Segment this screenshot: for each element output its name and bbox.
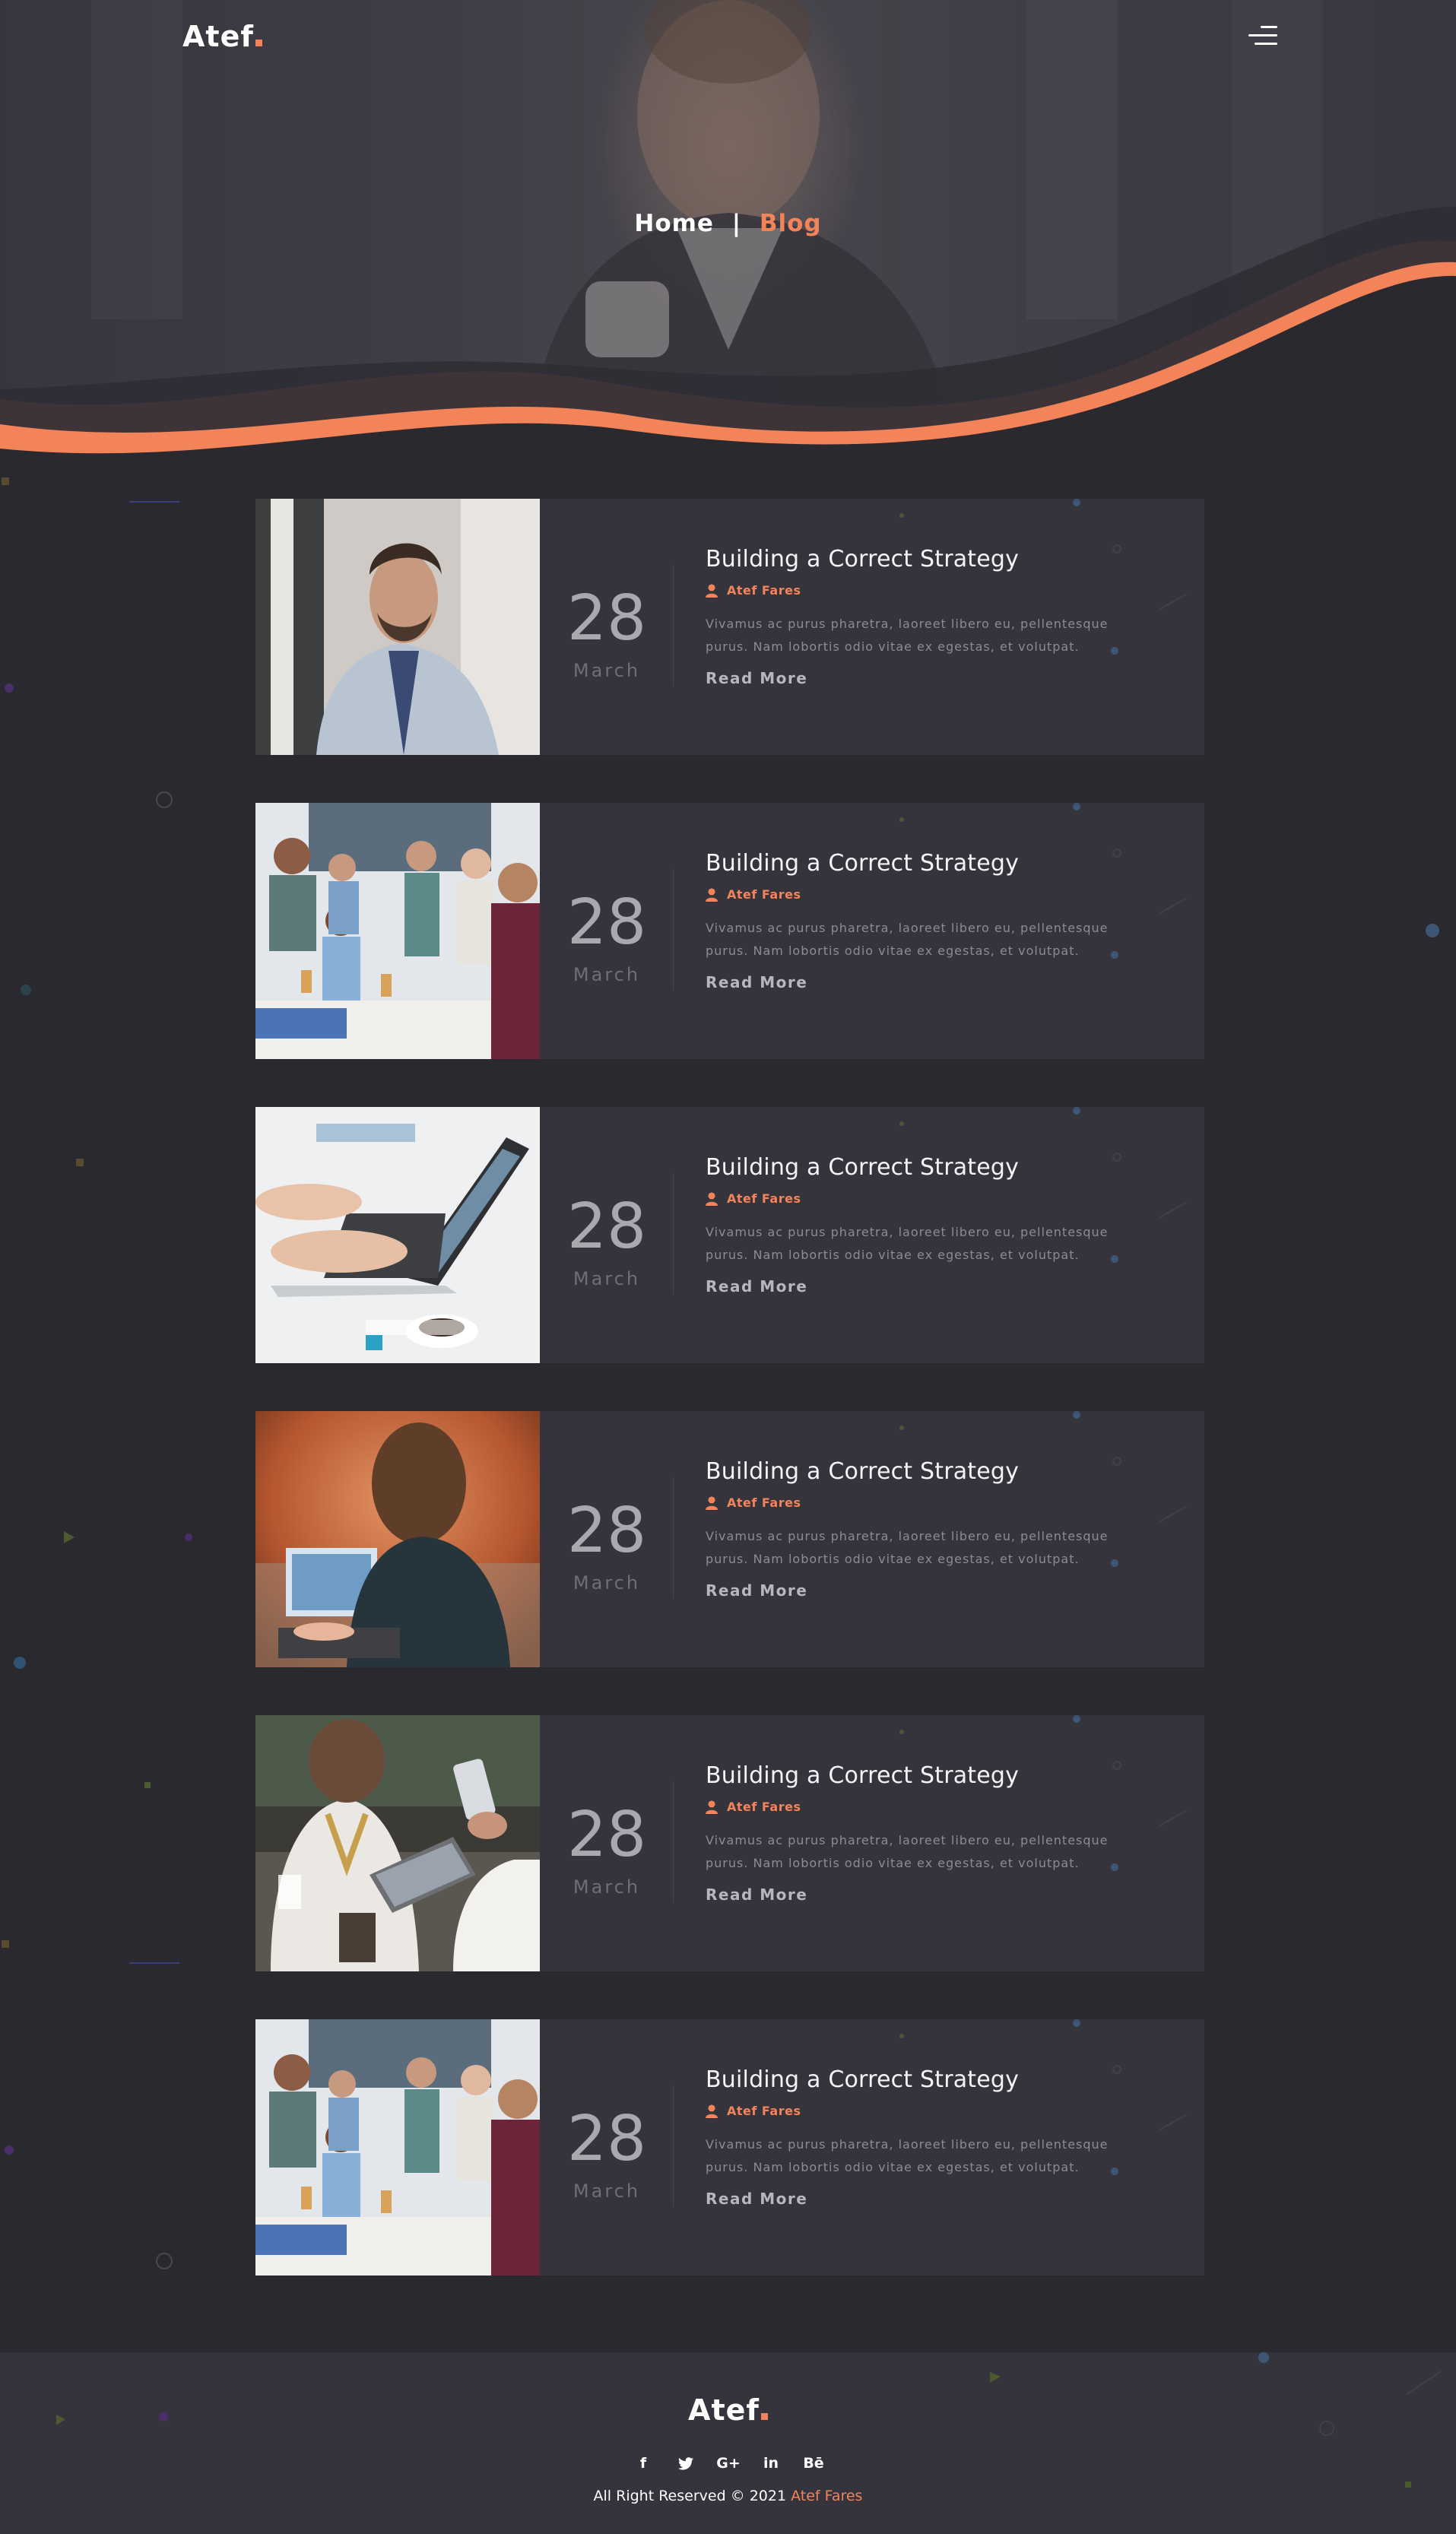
- post-image-team-meeting[interactable]: [255, 803, 540, 1059]
- post-day: 28: [566, 1799, 647, 1871]
- post-author[interactable]: Atef Fares: [706, 583, 1162, 598]
- post-title[interactable]: Building a Correct Strategy: [706, 2066, 1162, 2093]
- blog-post-card[interactable]: 28 March Building a Correct Strategy Ate…: [255, 1715, 1204, 1971]
- social-links: f G+ in Bē: [628, 2450, 829, 2477]
- post-day: 28: [566, 1191, 647, 1263]
- copyright-text: All Right Reserved © 2021 Atef Fares: [593, 2488, 863, 2504]
- post-image-team-meeting[interactable]: [255, 2019, 540, 2276]
- post-date: 28 March: [540, 2019, 674, 2276]
- post-day: 28: [566, 1495, 647, 1567]
- post-author[interactable]: Atef Fares: [706, 2104, 1162, 2118]
- post-title[interactable]: Building a Correct Strategy: [706, 1154, 1162, 1181]
- blog-post-card[interactable]: 28 March Building a Correct Strategy Ate…: [255, 2019, 1204, 2276]
- read-more-link[interactable]: Read More: [706, 2190, 1162, 2208]
- blog-post-card[interactable]: 28 March Building a Correct Strategy Ate…: [255, 499, 1204, 755]
- logo-dot: [760, 2413, 768, 2420]
- blog-post-card[interactable]: 28 March Building a Correct Strategy Ate…: [255, 1107, 1204, 1363]
- read-more-link[interactable]: Read More: [706, 1885, 1162, 1904]
- post-image-tablet-coffee[interactable]: [255, 1715, 540, 1971]
- twitter-icon[interactable]: [671, 2450, 701, 2477]
- post-title[interactable]: Building a Correct Strategy: [706, 850, 1162, 877]
- behance-icon[interactable]: Bē: [798, 2450, 829, 2477]
- post-title[interactable]: Building a Correct Strategy: [706, 1762, 1162, 1789]
- copyright-author-link[interactable]: Atef Fares: [791, 2488, 862, 2504]
- post-info: Building a Correct Strategy Atef Fares V…: [706, 2066, 1162, 2208]
- blog-post-card[interactable]: 28 March Building a Correct Strategy Ate…: [255, 803, 1204, 1059]
- post-date: 28 March: [540, 1107, 674, 1363]
- post-info: Building a Correct Strategy Atef Fares V…: [706, 1458, 1162, 1600]
- post-image-laptop-typing[interactable]: [255, 1107, 540, 1363]
- post-author[interactable]: Atef Fares: [706, 887, 1162, 902]
- user-icon: [706, 1800, 718, 1814]
- post-excerpt: Vivamus ac purus pharetra, laoreet liber…: [706, 1833, 1109, 1870]
- post-excerpt: Vivamus ac purus pharetra, laoreet liber…: [706, 1529, 1109, 1566]
- post-title[interactable]: Building a Correct Strategy: [706, 1458, 1162, 1485]
- read-more-link[interactable]: Read More: [706, 669, 1162, 687]
- post-month: March: [573, 1572, 641, 1594]
- post-image-businessman-portrait[interactable]: [255, 499, 540, 755]
- post-info: Building a Correct Strategy Atef Fares V…: [706, 850, 1162, 991]
- post-month: March: [573, 964, 641, 985]
- post-excerpt: Vivamus ac purus pharetra, laoreet liber…: [706, 2137, 1109, 2174]
- post-day: 28: [566, 582, 647, 655]
- post-author[interactable]: Atef Fares: [706, 1191, 1162, 1206]
- google-plus-icon[interactable]: G+: [713, 2450, 744, 2477]
- post-author[interactable]: Atef Fares: [706, 1800, 1162, 1814]
- read-more-link[interactable]: Read More: [706, 973, 1162, 991]
- user-icon: [706, 2104, 718, 2118]
- read-more-link[interactable]: Read More: [706, 1581, 1162, 1600]
- post-info: Building a Correct Strategy Atef Fares V…: [706, 1154, 1162, 1296]
- facebook-icon[interactable]: f: [628, 2450, 658, 2477]
- user-icon: [706, 584, 718, 598]
- post-day: 28: [566, 886, 647, 959]
- post-excerpt: Vivamus ac purus pharetra, laoreet liber…: [706, 921, 1109, 958]
- linkedin-icon[interactable]: in: [756, 2450, 786, 2477]
- footer-particles: [56, 2352, 1442, 2488]
- post-date: 28 March: [540, 1411, 674, 1667]
- read-more-link[interactable]: Read More: [706, 1277, 1162, 1296]
- post-month: March: [573, 2180, 641, 2202]
- post-excerpt: Vivamus ac purus pharetra, laoreet liber…: [706, 1225, 1109, 1262]
- post-day: 28: [566, 2103, 647, 2175]
- user-icon: [706, 1192, 718, 1206]
- user-icon: [706, 1496, 718, 1510]
- post-author[interactable]: Atef Fares: [706, 1495, 1162, 1510]
- post-info: Building a Correct Strategy Atef Fares V…: [706, 1762, 1162, 1904]
- post-excerpt: Vivamus ac purus pharetra, laoreet liber…: [706, 617, 1109, 654]
- blog-post-list: 28 March Building a Correct Strategy Ate…: [255, 499, 1204, 2323]
- post-title[interactable]: Building a Correct Strategy: [706, 546, 1162, 572]
- site-footer: Atef f G+ in Bē All Right Reserved © 202…: [0, 2352, 1456, 2534]
- user-icon: [706, 888, 718, 902]
- blog-post-card[interactable]: 28 March Building a Correct Strategy Ate…: [255, 1411, 1204, 1667]
- post-date: 28 March: [540, 499, 674, 755]
- post-date: 28 March: [540, 803, 674, 1059]
- post-image-conference-speaker[interactable]: [255, 1411, 540, 1667]
- footer-logo[interactable]: Atef: [0, 2393, 1456, 2427]
- post-info: Building a Correct Strategy Atef Fares V…: [706, 546, 1162, 687]
- post-month: March: [573, 1876, 641, 1898]
- post-date: 28 March: [540, 1715, 674, 1971]
- post-month: March: [573, 1268, 641, 1289]
- post-month: March: [573, 660, 641, 681]
